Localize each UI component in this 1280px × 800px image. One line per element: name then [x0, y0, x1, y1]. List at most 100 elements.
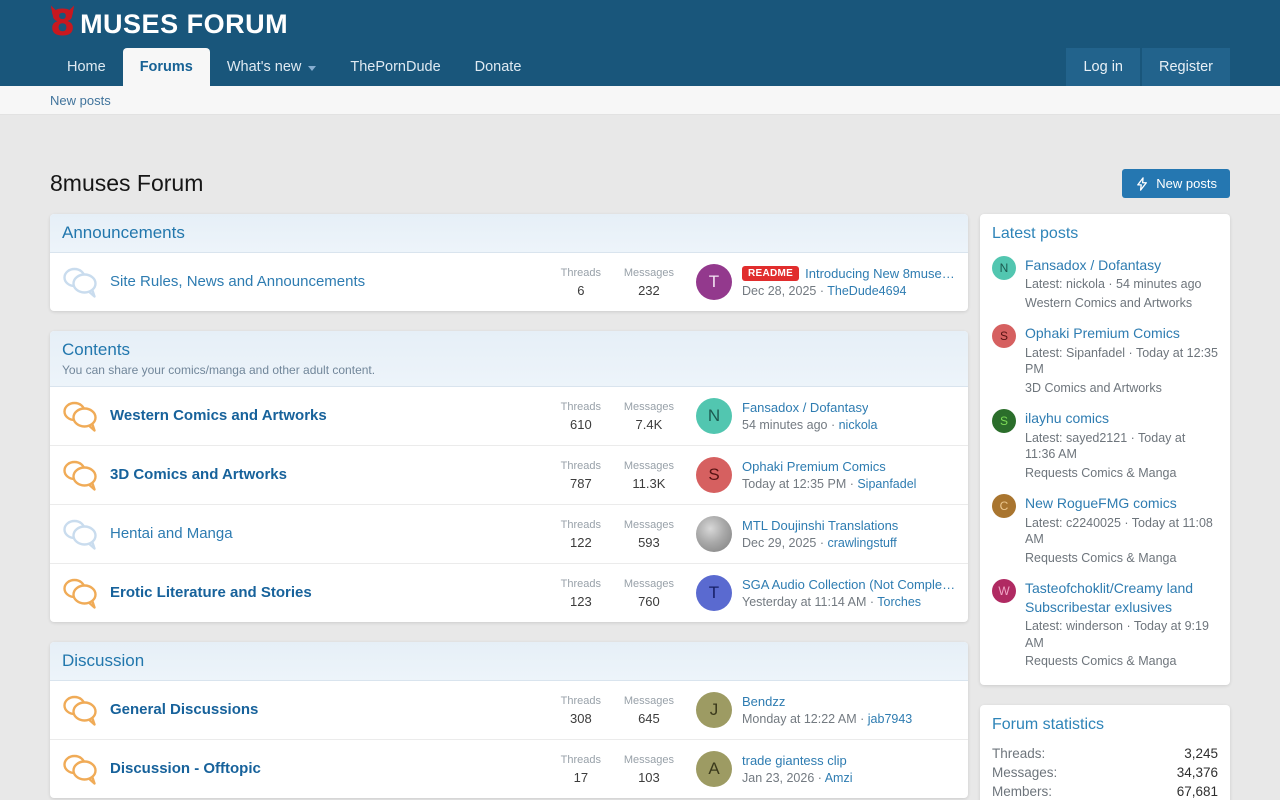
category-header: Announcements [50, 214, 968, 253]
latest-thread-link[interactable]: MTL Doujinshi Translations [742, 518, 898, 533]
nav-spacer [538, 48, 1064, 86]
nav-whats-new-label: What's new [227, 59, 302, 75]
sidebar: Latest posts N Fansadox / Dofantasy Late… [980, 214, 1230, 800]
comments-icon [62, 400, 98, 432]
avatar[interactable]: S [696, 457, 732, 493]
forum-title-link[interactable]: 3D Comics and Artworks [110, 466, 287, 483]
latest-user-link[interactable]: jab7943 [868, 712, 913, 726]
latest-forum: Western Comics and Artworks [1025, 295, 1202, 312]
list-item: W Tasteofchoklit/Creamy land Subscribest… [980, 573, 1230, 676]
new-posts-button[interactable]: New posts [1122, 169, 1230, 198]
latest-user-link[interactable]: Sipanfadel [857, 477, 916, 491]
site-header: 8 MUSES FORUM Home Forums What's new The… [0, 0, 1280, 115]
latest-thread-link[interactable]: SGA Audio Collection (Not Complet... [742, 577, 956, 592]
avatar[interactable]: W [992, 579, 1016, 603]
avatar[interactable]: T [696, 575, 732, 611]
latest-meta: Latest: winderson · Today at 9:19 AM [1025, 618, 1218, 651]
threads-label: Threads [556, 267, 606, 279]
stat-row-messages: Messages: 34,376 [980, 763, 1230, 782]
nav-item-whats-new[interactable]: What's new [210, 48, 334, 86]
latest-post: N Fansadox / Dofantasy 54 minutes ago · … [696, 398, 956, 434]
avatar[interactable]: N [696, 398, 732, 434]
latest-thread-link[interactable]: trade giantess clip [742, 753, 847, 768]
forum-title-link[interactable]: Hentai and Manga [110, 525, 233, 542]
latest-thread-link[interactable]: Fansadox / Dofantasy [742, 400, 868, 415]
nav-item-donate[interactable]: Donate [458, 48, 539, 86]
latest-forum: Requests Comics & Manga [1025, 550, 1218, 567]
latest-thread-link[interactable]: ilayhu comics [1025, 409, 1218, 427]
site-logo[interactable]: 8 MUSES FORUM [50, 9, 288, 39]
category-title[interactable]: Announcements [62, 223, 185, 243]
forum-row[interactable]: General Discussions Threads308 Messages6… [50, 681, 968, 739]
threads-count: 122 [556, 535, 606, 550]
threads-count: 6 [556, 283, 606, 298]
login-button[interactable]: Log in [1066, 48, 1140, 86]
avatar[interactable] [696, 516, 732, 552]
latest-thread-link[interactable]: Tasteofchoklit/Creamy land Subscribestar… [1025, 579, 1218, 616]
messages-count: 593 [624, 535, 674, 550]
forum-stats: Threads610 Messages7.4K [556, 401, 674, 432]
forum-stats: Threads17 Messages103 [556, 754, 674, 785]
latest-thread-link[interactable]: Fansadox / Dofantasy [1025, 256, 1202, 274]
latest-user-link[interactable]: nickola [839, 418, 878, 432]
latest-meta: Latest: nickola · 54 minutes ago [1025, 276, 1202, 293]
latest-user-link[interactable]: TheDude4694 [827, 284, 906, 298]
threads-label: Threads [556, 754, 606, 766]
latest-thread-link[interactable]: Ophaki Premium Comics [1025, 324, 1218, 342]
forum-title-link[interactable]: Site Rules, News and Announcements [110, 273, 365, 290]
stat-label: Members: [992, 784, 1052, 799]
forum-title-link[interactable]: General Discussions [110, 701, 258, 718]
avatar[interactable]: J [696, 692, 732, 728]
latest-forum: 3D Comics and Artworks [1025, 380, 1218, 397]
latest-post: T SGA Audio Collection (Not Complet... Y… [696, 575, 956, 611]
threads-count: 610 [556, 417, 606, 432]
category-title[interactable]: Discussion [62, 651, 144, 671]
forum-title-link[interactable]: Discussion - Offtopic [110, 760, 261, 777]
forum-row[interactable]: Discussion - Offtopic Threads 17 Messages… [50, 739, 968, 798]
forum-row[interactable]: Hentai and Manga Threads122 Messages593 … [50, 504, 968, 563]
nav-item-home[interactable]: Home [50, 48, 123, 86]
avatar[interactable]: T [696, 264, 732, 300]
subnav-new-posts-link[interactable]: New posts [50, 93, 111, 108]
category-title[interactable]: Contents [62, 340, 130, 360]
forum-title-link[interactable]: Erotic Literature and Stories [110, 584, 312, 601]
latest-date: Monday at 12:22 AM [742, 712, 857, 726]
stat-label: Messages: [992, 765, 1057, 780]
latest-user-link[interactable]: crawlingstuff [827, 536, 896, 550]
messages-count: 232 [624, 283, 674, 298]
category-description: You can share your comics/manga and othe… [62, 363, 956, 377]
messages-label: Messages [624, 754, 674, 766]
nav-item-theporndude[interactable]: ThePornDude [333, 48, 457, 86]
latest-posts-title: Latest posts [980, 214, 1230, 250]
register-button[interactable]: Register [1142, 48, 1230, 86]
latest-thread-link[interactable]: Bendzz [742, 694, 785, 709]
messages-label: Messages [624, 519, 674, 531]
avatar[interactable]: A [696, 751, 732, 787]
category-contents: Contents You can share your comics/manga… [50, 331, 968, 622]
avatar[interactable]: C [992, 494, 1016, 518]
category-header: Contents You can share your comics/manga… [50, 331, 968, 387]
latest-thread-link[interactable]: New RogueFMG comics [1025, 494, 1218, 512]
list-item: S Ophaki Premium Comics Latest: Sipanfad… [980, 318, 1230, 403]
threads-count: 17 [556, 770, 606, 785]
comments-icon [62, 694, 98, 726]
latest-user-link[interactable]: Torches [877, 595, 921, 609]
forum-stats: Threads6 Messages232 [556, 267, 674, 298]
avatar[interactable]: N [992, 256, 1016, 280]
avatar[interactable]: S [992, 409, 1016, 433]
messages-count: 11.3K [624, 476, 674, 491]
messages-count: 760 [624, 594, 674, 609]
forum-row[interactable]: 3D Comics and Artworks Threads787 Messag… [50, 445, 968, 504]
avatar[interactable]: S [992, 324, 1016, 348]
forum-row[interactable]: Western Comics and Artworks Threads610 M… [50, 387, 968, 445]
forum-title-link[interactable]: Western Comics and Artworks [110, 407, 327, 424]
forum-row[interactable]: Erotic Literature and Stories Threads123… [50, 563, 968, 622]
category-announcements: Announcements Site Rules, News and Annou… [50, 214, 968, 311]
nav-item-forums[interactable]: Forums [123, 48, 210, 86]
latest-post: T README Introducing New 8muses ... Dec … [696, 264, 956, 300]
latest-user-link[interactable]: Amzi [825, 771, 853, 785]
latest-thread-link[interactable]: Ophaki Premium Comics [742, 459, 886, 474]
forum-row[interactable]: Site Rules, News and Announcements Threa… [50, 253, 968, 311]
logo-text: MUSES FORUM [80, 9, 288, 39]
latest-thread-link[interactable]: Introducing New 8muses ... [805, 266, 956, 281]
